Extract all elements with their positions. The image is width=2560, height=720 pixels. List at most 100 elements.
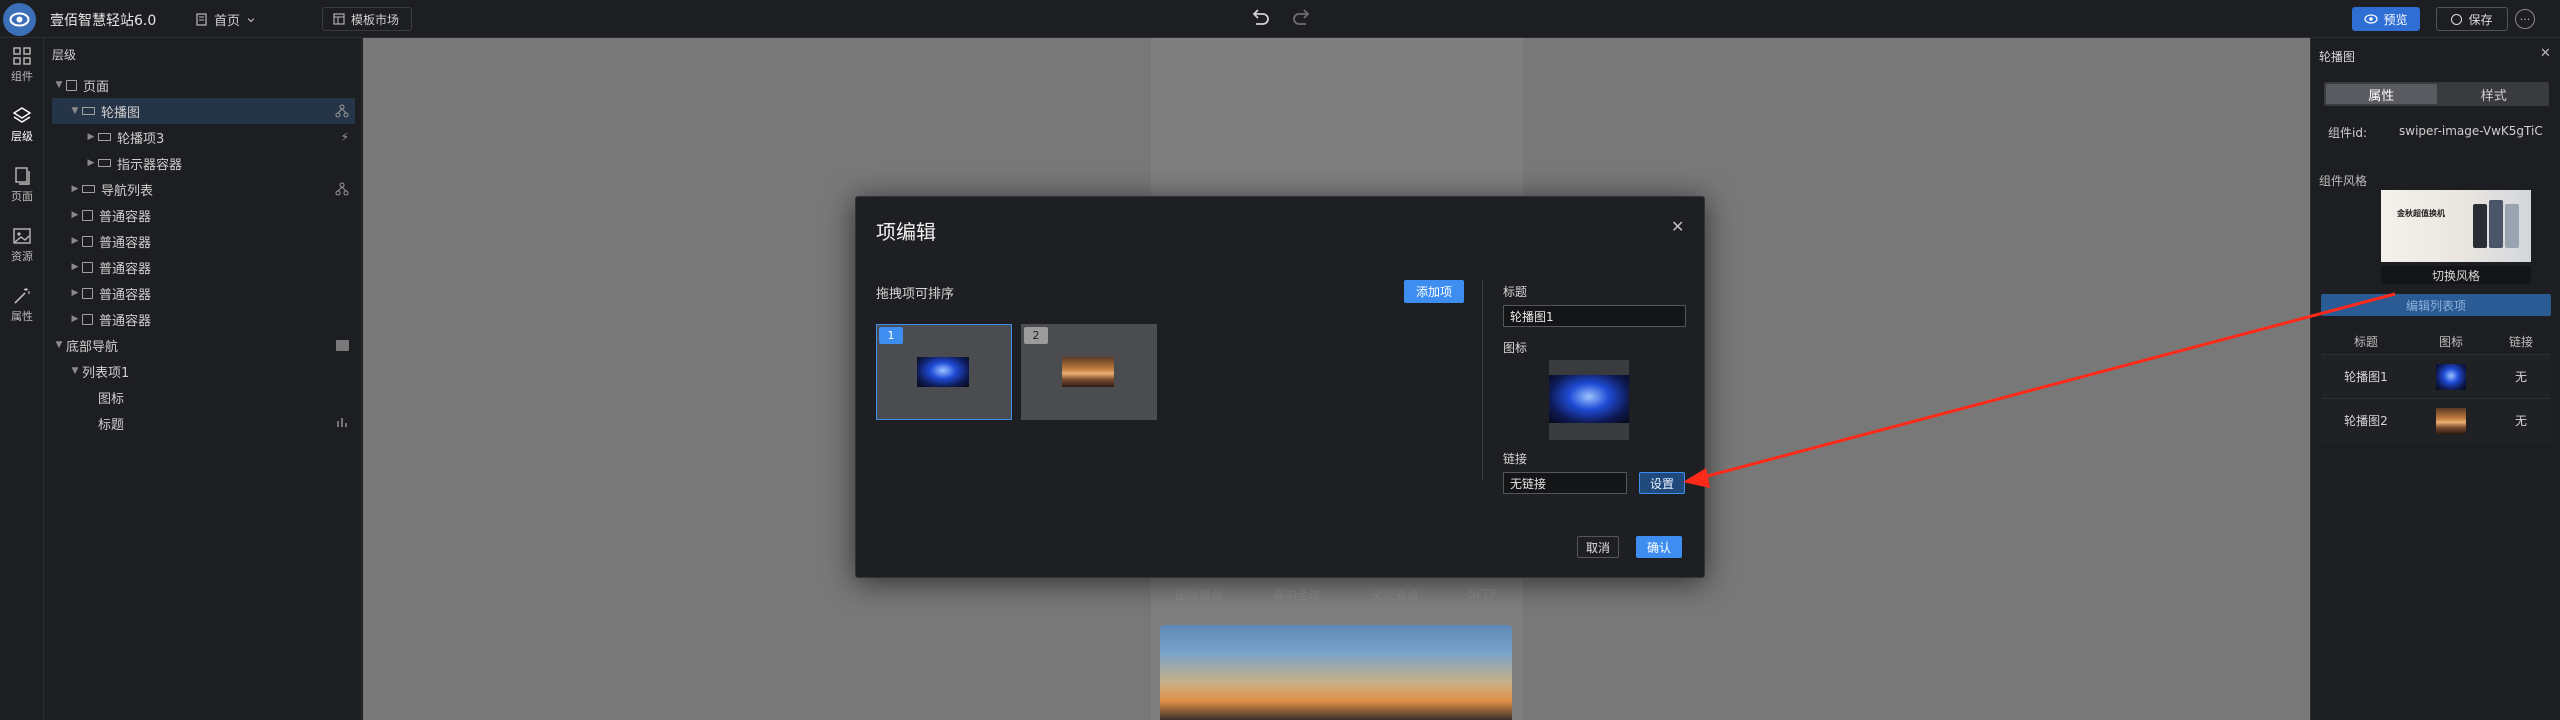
rail-item-resources[interactable]: 资源 <box>0 226 44 276</box>
caret-down-icon[interactable]: ▼ <box>68 106 82 116</box>
rail-item-properties[interactable]: 属性 <box>0 286 44 336</box>
edit-list-items-button[interactable]: 编辑列表项 <box>2321 294 2551 316</box>
hierarchy-icon[interactable] <box>335 182 349 199</box>
caret-right-icon[interactable]: ▶ <box>84 158 98 168</box>
more-button[interactable]: ··· <box>2515 9 2535 29</box>
icon-field-label: 图标 <box>1503 341 1528 355</box>
tree-item-label: 普通容器 <box>99 287 152 303</box>
undo-button[interactable] <box>1249 8 1271 32</box>
caret-right-icon[interactable]: ▶ <box>68 262 82 272</box>
item-image <box>917 357 969 387</box>
row-link: 无 <box>2514 370 2527 384</box>
page-select[interactable]: 首页 <box>195 10 256 29</box>
save-button[interactable]: 保存 <box>2436 7 2508 31</box>
carousel-item-thumb[interactable]: 2 <box>1021 324 1157 420</box>
confirm-button[interactable]: 确认 <box>1636 536 1682 558</box>
title-field-label: 标题 <box>1503 285 1528 299</box>
tree-item-label: 标题 <box>98 417 125 433</box>
row-icon-image <box>2436 363 2466 390</box>
rail-item-components[interactable]: 组件 <box>0 46 44 96</box>
image-icon <box>13 228 31 244</box>
canvas-nav-item: SFTP <box>1468 587 1498 601</box>
hierarchy-icon[interactable] <box>335 104 349 121</box>
table-header: 标题 图标 链接 <box>2321 328 2551 354</box>
save-circle-icon <box>2451 13 2463 25</box>
caret-right-icon[interactable]: ▶ <box>68 314 82 324</box>
caret-right-icon[interactable]: ▶ <box>68 210 82 220</box>
tree-item-nav-list[interactable]: ▶ 导航列表 <box>52 176 355 202</box>
rail-label: 属性 <box>11 310 33 323</box>
component-id-value: swiper-image-VwK5gTiC <box>2399 124 2543 138</box>
tab-properties[interactable]: 属性 <box>2326 84 2437 104</box>
tree-item-swiper-item[interactable]: ▶ 轮播项3 ⚡ <box>52 124 355 150</box>
tree-item-label: 指示器容器 <box>117 157 183 173</box>
caret-right-icon[interactable]: ▶ <box>68 288 82 298</box>
tree-item-container[interactable]: ▶ 普通容器 <box>52 202 355 228</box>
component-style-label: 组件风格 <box>2319 174 2368 188</box>
template-market-button[interactable]: 模板市场 <box>322 7 413 31</box>
carousel-item-thumb[interactable]: 1 <box>876 324 1012 420</box>
magic-wand-icon <box>14 288 30 304</box>
tree-item-page[interactable]: ▼ 页面 <box>52 72 355 98</box>
close-icon[interactable]: ✕ <box>1671 217 1684 236</box>
switch-style-button[interactable]: 切换风格 <box>2381 266 2531 284</box>
table-row[interactable]: 轮播图2 无 <box>2321 398 2551 442</box>
tree-item-container[interactable]: ▶ 普通容器 <box>52 254 355 280</box>
left-rail: 组件 层级 页面 资源 属性 <box>0 38 44 720</box>
caret-right-icon[interactable]: ▶ <box>68 184 82 194</box>
tree-item-swiper[interactable]: ▼ 轮播图 <box>52 98 355 124</box>
style-preview-image[interactable]: 金秋超值换机 <box>2381 190 2531 262</box>
redo-icon <box>1293 9 1310 25</box>
caret-down-icon[interactable]: ▼ <box>52 80 66 90</box>
row-link: 无 <box>2514 414 2527 428</box>
right-properties-panel: 轮播图 ✕ 属性 样式 组件id: swiper-image-VwK5gTiC … <box>2310 38 2560 720</box>
rail-label: 组件 <box>11 70 33 83</box>
swiper-item-icon <box>98 133 111 141</box>
item-number-badge: 2 <box>1024 327 1048 344</box>
app-logo[interactable] <box>3 3 36 36</box>
fixed-badge-icon[interactable] <box>336 340 349 351</box>
tree-item-indicator[interactable]: ▶ 指示器容器 <box>52 150 355 176</box>
rail-item-layers[interactable]: 层级 <box>0 106 44 156</box>
row-icon-image <box>2436 407 2466 434</box>
top-bar: 壹佰智慧轻站6.0 首页 模板市场 预览 保存 ··· <box>0 0 2560 38</box>
link-set-button[interactable]: 设置 <box>1639 472 1685 494</box>
title-input[interactable]: 轮播图1 <box>1503 305 1686 327</box>
pages-icon <box>15 167 30 185</box>
rail-item-pages[interactable]: 页面 <box>0 166 44 216</box>
container-icon <box>82 209 93 221</box>
column-header: 图标 <box>2438 334 2463 349</box>
tree-item-container[interactable]: ▶ 普通容器 <box>52 280 355 306</box>
save-label: 保存 <box>2468 12 2493 27</box>
tree-item-title[interactable]: 标题 <box>52 410 355 436</box>
tree-item-bottom-nav[interactable]: ▼ 底部导航 <box>52 332 355 358</box>
container-icon <box>66 79 77 91</box>
redo-button[interactable] <box>1291 8 1313 32</box>
caret-right-icon[interactable]: ▶ <box>84 132 98 142</box>
table-row[interactable]: 轮播图1 无 <box>2321 354 2551 398</box>
icon-image <box>1549 375 1629 423</box>
tree-item-icon[interactable]: 图标 <box>52 384 355 410</box>
icon-image-picker[interactable] <box>1549 360 1629 440</box>
nav-list-icon <box>82 185 95 193</box>
link-field-label: 链接 <box>1503 452 1528 466</box>
link-input[interactable]: 无链接 <box>1503 472 1627 494</box>
tab-style[interactable]: 样式 <box>2439 82 2550 106</box>
phones-illustration-icon <box>2473 200 2519 248</box>
tree-item-container[interactable]: ▶ 普通容器 <box>52 306 355 332</box>
caret-right-icon[interactable]: ▶ <box>68 236 82 246</box>
caret-down-icon[interactable]: ▼ <box>52 340 66 350</box>
layer-panel: 层级 ▼ 页面 ▼ 轮播图 ▶ 轮播项3 ⚡ ▶ 指示器容器 ▶ 导航列表 ▶ … <box>44 38 362 720</box>
lightning-icon[interactable]: ⚡ <box>341 130 349 144</box>
canvas-nav-item: 交流邀请 <box>1370 587 1419 602</box>
item-edit-dialog: 项编辑 ✕ 拖拽项可排序 添加项 1 2 标题 轮播图1 图标 链接 无链接 设… <box>855 196 1705 578</box>
tree-item-label: 普通容器 <box>99 235 152 251</box>
cancel-button[interactable]: 取消 <box>1577 536 1619 558</box>
bar-chart-icon[interactable] <box>336 416 349 431</box>
add-item-button[interactable]: 添加项 <box>1404 280 1464 303</box>
preview-button[interactable]: 预览 <box>2352 7 2420 31</box>
caret-down-icon[interactable]: ▼ <box>68 366 82 376</box>
close-icon[interactable]: ✕ <box>2540 46 2551 61</box>
tree-item-list-item[interactable]: ▼ 列表项1 <box>52 358 355 384</box>
tree-item-container[interactable]: ▶ 普通容器 <box>52 228 355 254</box>
